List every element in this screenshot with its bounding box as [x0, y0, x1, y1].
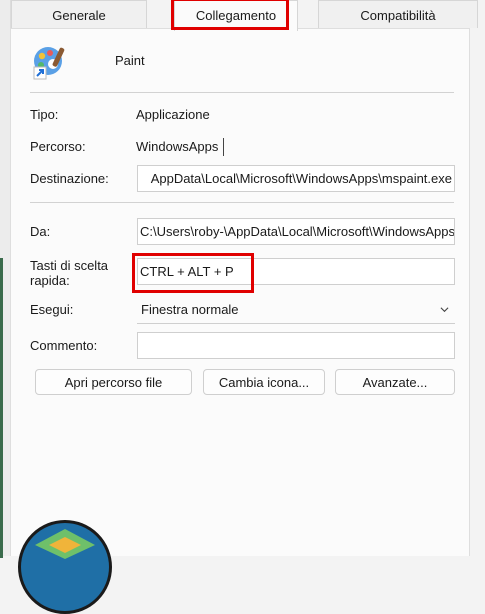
- tab-label: Collegamento: [195, 8, 277, 23]
- destinazione-field[interactable]: AppData\Local\Microsoft\WindowsApps\mspa…: [137, 165, 455, 192]
- hotkey-field[interactable]: CTRL + ALT + P: [137, 258, 455, 285]
- app-name: Paint: [115, 53, 145, 68]
- text-caret: [223, 138, 224, 156]
- tipo-label: Tipo:: [30, 107, 59, 122]
- tasti-label-line1: Tasti di scelta: [30, 258, 109, 273]
- button-label: Cambia icona...: [218, 375, 310, 390]
- tab-generale[interactable]: Generale: [11, 0, 147, 28]
- button-label: Apri percorso file: [64, 375, 163, 390]
- destinazione-label: Destinazione:: [30, 171, 109, 186]
- da-value: C:\Users\roby-\AppData\Local\Microsoft\W…: [140, 224, 455, 239]
- esegui-dropdown[interactable]: Finestra normale: [137, 298, 455, 324]
- da-field[interactable]: C:\Users\roby-\AppData\Local\Microsoft\W…: [137, 218, 455, 245]
- paint-palette-icon: [33, 47, 65, 80]
- separator: [30, 92, 454, 93]
- separator: [30, 202, 454, 203]
- percorso-label: Percorso:: [30, 139, 86, 154]
- hotkey-value: CTRL + ALT + P: [140, 264, 234, 279]
- da-label: Da:: [30, 224, 51, 239]
- percorso-value[interactable]: WindowsApps: [136, 139, 218, 154]
- open-file-location-button[interactable]: Apri percorso file: [35, 369, 192, 395]
- tipo-value: Applicazione: [136, 107, 210, 122]
- destinazione-value: AppData\Local\Microsoft\WindowsApps\mspa…: [150, 171, 452, 186]
- channel-logo: [18, 520, 112, 614]
- commento-field[interactable]: [137, 332, 455, 359]
- tasti-label-line2: rapida:: [30, 273, 70, 288]
- tab-collegamento[interactable]: Collegamento: [174, 0, 298, 31]
- advanced-button[interactable]: Avanzate...: [335, 369, 455, 395]
- tab-compatibilita[interactable]: Compatibilità: [318, 0, 478, 28]
- esegui-value: Finestra normale: [141, 302, 239, 317]
- tab-label: Compatibilità: [360, 8, 436, 23]
- shortcut-properties-panel: [10, 28, 470, 556]
- esegui-label: Esegui:: [30, 302, 74, 317]
- tab-highlight-box-top: [171, 0, 289, 1]
- button-label: Avanzate...: [362, 375, 428, 390]
- tab-label: Generale: [52, 8, 106, 23]
- chevron-down-icon: [440, 307, 449, 313]
- background-window-strip: [0, 258, 3, 558]
- commento-label: Commento:: [30, 338, 98, 353]
- change-icon-button[interactable]: Cambia icona...: [203, 369, 325, 395]
